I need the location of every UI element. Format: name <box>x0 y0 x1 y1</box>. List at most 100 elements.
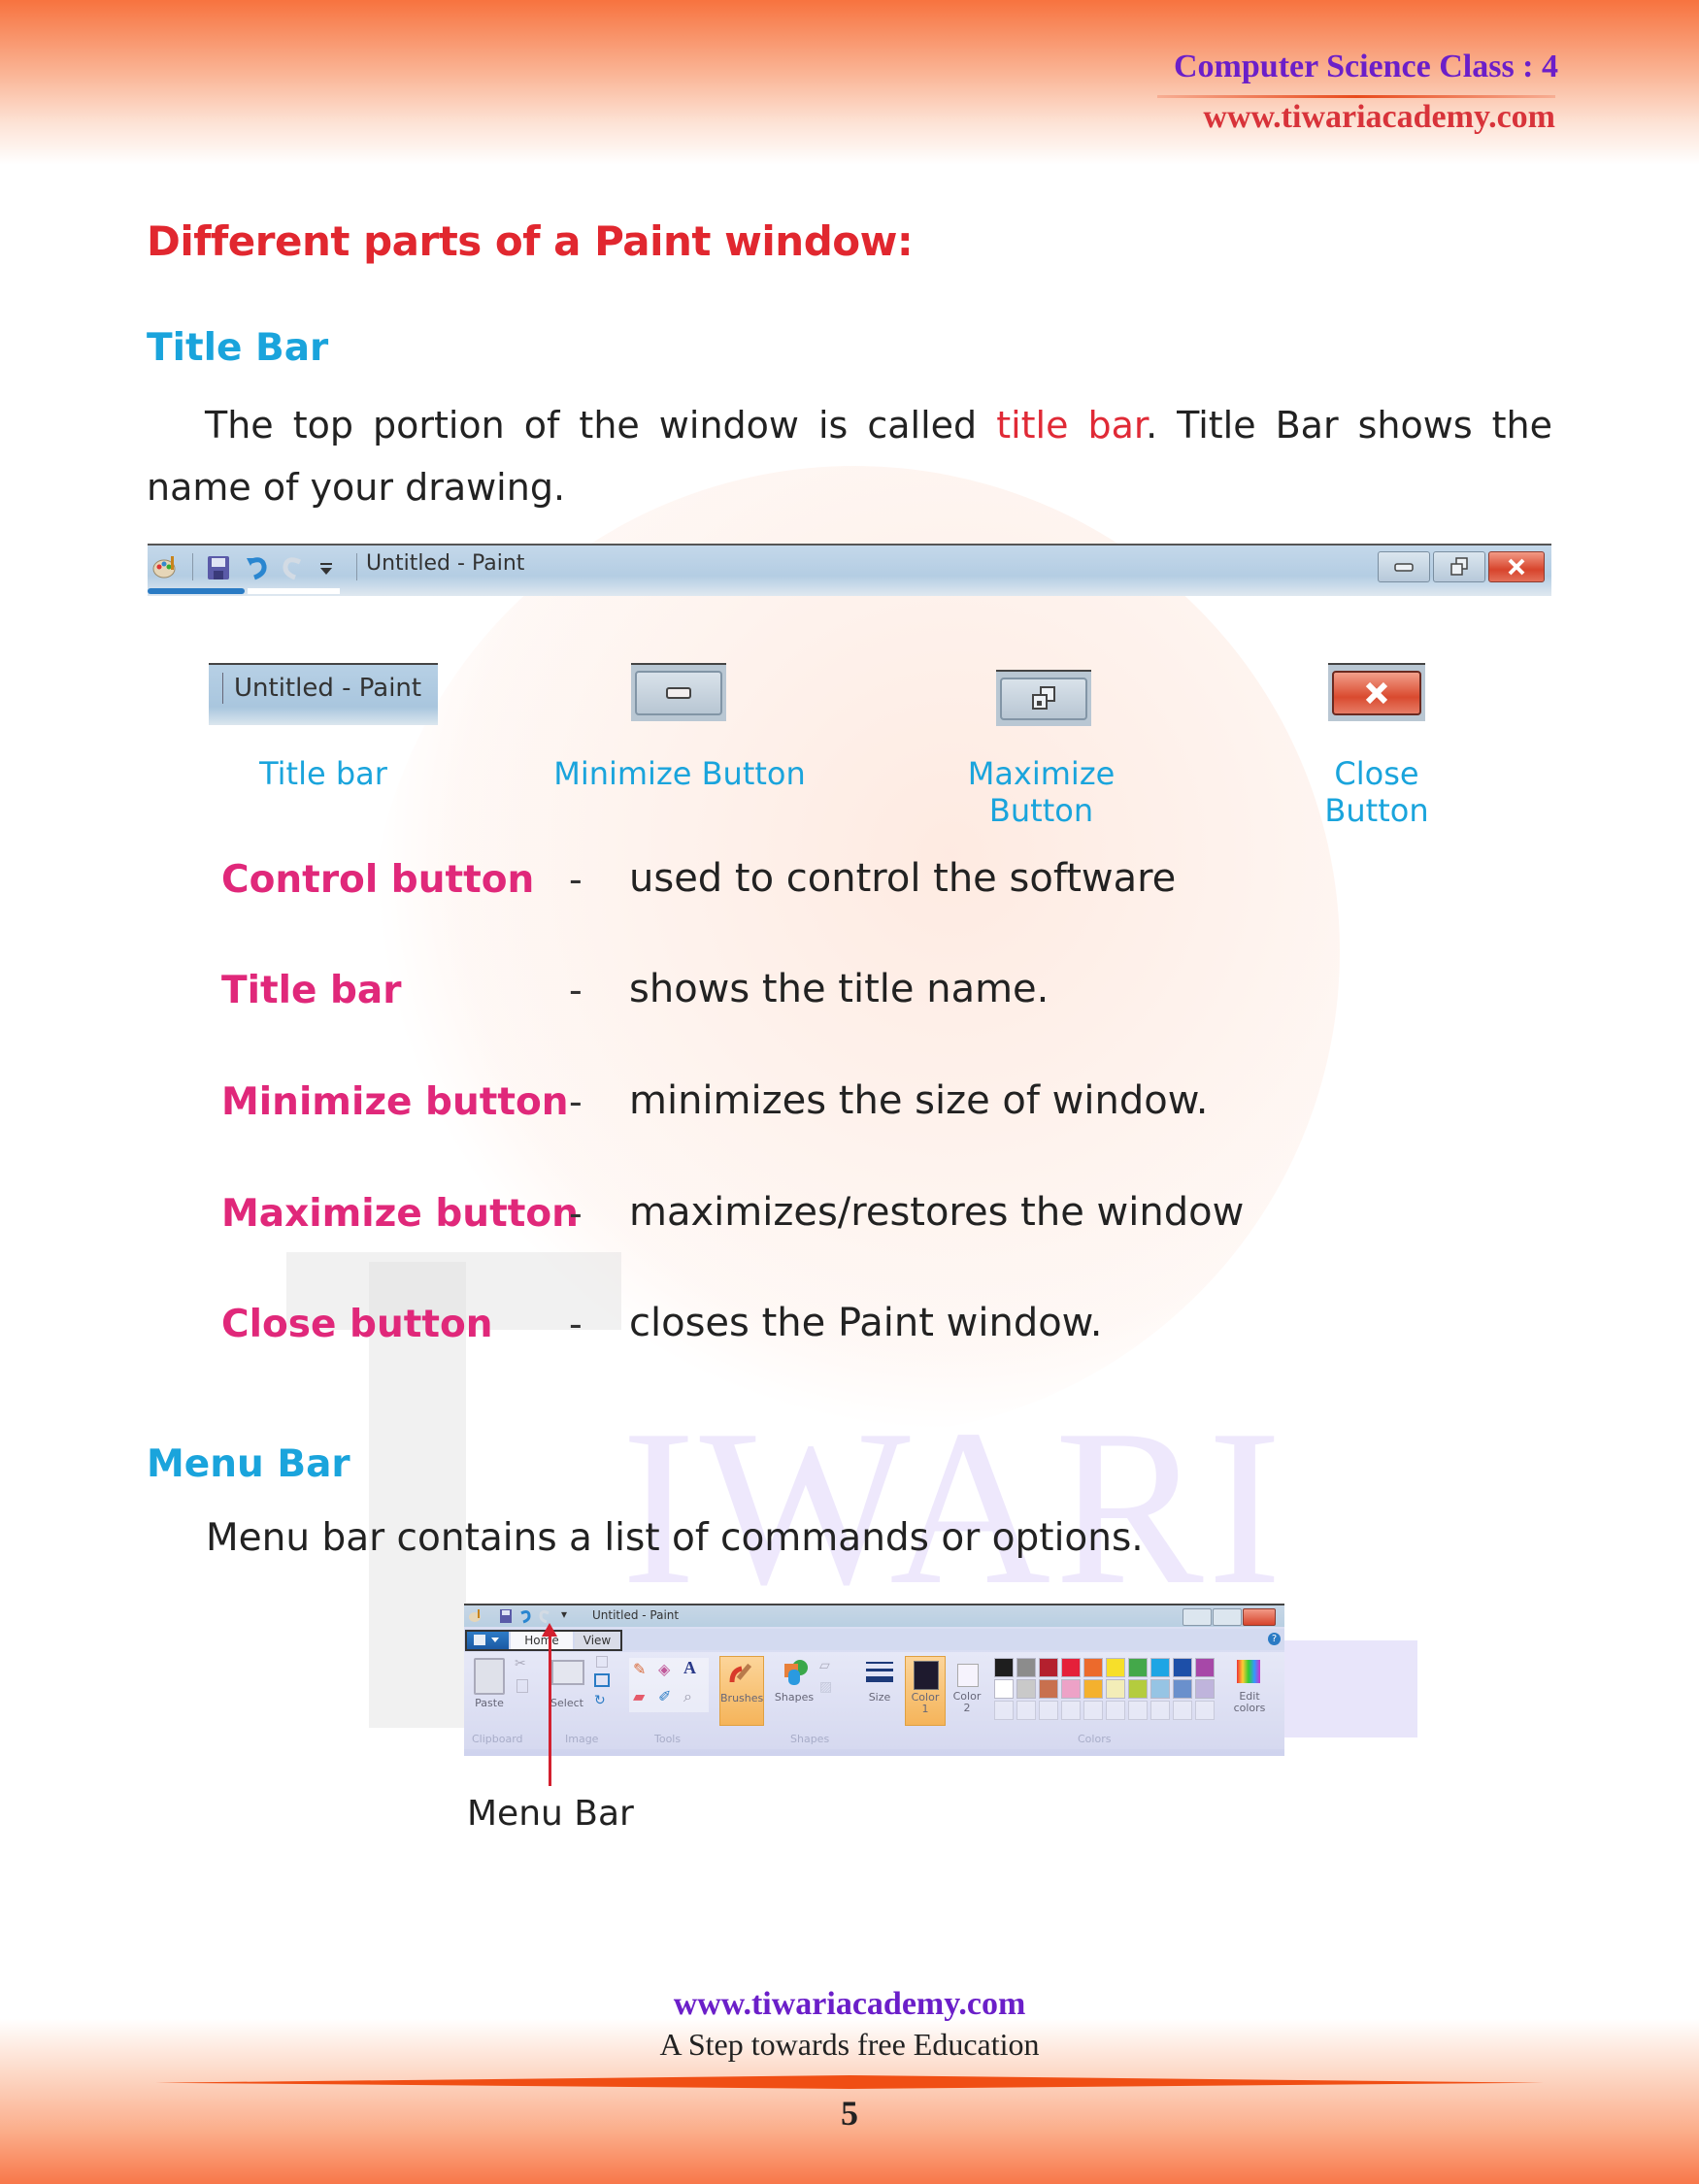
color-swatch[interactable] <box>1128 1679 1148 1699</box>
empty-color-slot[interactable] <box>1083 1701 1103 1720</box>
color-swatch[interactable] <box>1195 1679 1215 1699</box>
definition-description: closes the Paint window. <box>629 1301 1103 1345</box>
pencil-icon[interactable]: ✎ <box>633 1660 646 1678</box>
ribbon-title-bar: ▾ Untitled - Paint <box>464 1605 1284 1627</box>
color-swatch[interactable] <box>1083 1658 1103 1677</box>
header-url[interactable]: www.tiwariacademy.com <box>1203 99 1555 136</box>
resize-icon[interactable] <box>594 1673 610 1687</box>
outline-icon[interactable]: ▱ <box>819 1658 830 1673</box>
crop-icon[interactable] <box>596 1656 608 1668</box>
highlighted-term: title bar <box>996 404 1147 447</box>
edit-colors-button[interactable]: Edit colors <box>1225 1656 1274 1724</box>
color1-label: Color 1 <box>911 1691 940 1715</box>
undo-icon[interactable] <box>518 1608 532 1624</box>
shapes-button[interactable]: Shapes <box>773 1656 816 1724</box>
color-swatch[interactable] <box>994 1658 1014 1677</box>
brushes-button[interactable]: Brushes <box>719 1656 764 1726</box>
section-heading-title-bar: Title Bar <box>147 326 329 370</box>
empty-color-slot[interactable] <box>994 1701 1014 1720</box>
separator <box>222 673 223 704</box>
empty-color-slot[interactable] <box>1128 1701 1148 1720</box>
rotate-icon[interactable]: ↻ <box>594 1693 606 1708</box>
header-class-title: Computer Science Class : 4 <box>1174 49 1558 84</box>
caption-maximize-button: Maximize Button <box>967 755 1116 829</box>
color-swatch[interactable] <box>1128 1658 1148 1677</box>
definition-description: minimizes the size of window. <box>629 1078 1209 1123</box>
empty-color-slot[interactable] <box>1061 1701 1081 1720</box>
caption-minimize-button: Minimize Button <box>553 755 806 792</box>
footer-tagline: A Step towards free Education <box>659 2027 1040 2062</box>
cut-icon[interactable]: ✂ <box>515 1656 526 1671</box>
fill-shape-icon[interactable]: ▨ <box>819 1679 832 1695</box>
definition-dash: - <box>569 969 583 1011</box>
color-swatch[interactable] <box>1106 1658 1125 1677</box>
color-palette <box>992 1656 1225 1726</box>
paragraph-text: The top portion of the window is called <box>205 404 997 447</box>
color-swatch[interactable] <box>1173 1679 1192 1699</box>
color-swatch[interactable] <box>1150 1679 1170 1699</box>
empty-color-slot[interactable] <box>1016 1701 1036 1720</box>
magnifier-icon[interactable]: ⌕ <box>683 1687 692 1706</box>
header-divider <box>1157 95 1555 98</box>
ribbon-tab-row: Home View ? <box>464 1629 1284 1651</box>
color-picker-icon[interactable]: ✐ <box>658 1687 671 1705</box>
color-swatch[interactable] <box>1039 1658 1058 1677</box>
restore-icon <box>1450 557 1468 576</box>
size-icon <box>866 1662 893 1682</box>
text-icon[interactable]: A <box>683 1658 696 1678</box>
save-icon[interactable] <box>206 553 231 582</box>
minimize-button[interactable] <box>1378 551 1430 582</box>
restore-button[interactable] <box>1433 551 1485 582</box>
color2-button[interactable]: Color 2 <box>948 1656 986 1724</box>
brushes-icon <box>729 1663 752 1683</box>
paint-app-icon <box>469 1609 481 1622</box>
restore-button[interactable] <box>1213 1608 1242 1626</box>
menu-bar-caption: Menu Bar <box>467 1794 634 1834</box>
redo-icon[interactable] <box>280 553 305 582</box>
customize-dropdown-icon[interactable]: ▾ <box>561 1607 567 1621</box>
close-button[interactable] <box>1488 551 1545 582</box>
select-button[interactable]: Select <box>546 1697 588 1709</box>
customize-dropdown-icon[interactable] <box>318 553 334 582</box>
fill-icon[interactable]: ◈ <box>658 1660 670 1678</box>
color1-swatch <box>914 1661 939 1690</box>
color-swatch[interactable] <box>1083 1679 1103 1699</box>
color-swatch[interactable] <box>1016 1658 1036 1677</box>
color-swatch[interactable] <box>1173 1658 1192 1677</box>
eraser-icon[interactable]: ▰ <box>633 1687 645 1705</box>
empty-color-slot[interactable] <box>1150 1701 1170 1720</box>
definition-description: shows the title name. <box>629 967 1049 1011</box>
ribbon-window-title: Untitled - Paint <box>592 1608 680 1622</box>
section-heading-menu-bar: Menu Bar <box>147 1442 350 1486</box>
color-swatch[interactable] <box>1195 1658 1215 1677</box>
paste-button[interactable]: Paste <box>470 1697 509 1709</box>
size-button[interactable]: Size <box>862 1656 897 1724</box>
empty-color-slot[interactable] <box>1173 1701 1192 1720</box>
close-button[interactable] <box>1243 1608 1276 1626</box>
empty-color-slot[interactable] <box>1106 1701 1125 1720</box>
empty-color-slot[interactable] <box>1039 1701 1058 1720</box>
color-swatch[interactable] <box>1106 1679 1125 1699</box>
definition-term: Title bar <box>221 969 402 1012</box>
color-swatch[interactable] <box>1061 1658 1081 1677</box>
color2-label: Color 2 <box>952 1690 982 1714</box>
close-icon <box>1365 681 1388 705</box>
definition-term: Minimize button <box>221 1080 569 1124</box>
empty-color-slot[interactable] <box>1195 1701 1215 1720</box>
footer-url[interactable]: www.tiwariacademy.com <box>0 1986 1699 2023</box>
color-swatch[interactable] <box>1061 1679 1081 1699</box>
copy-icon[interactable] <box>516 1679 528 1693</box>
paste-icon <box>474 1658 505 1695</box>
separator <box>192 553 193 580</box>
color-swatch[interactable] <box>1039 1679 1058 1699</box>
minimize-button[interactable] <box>1183 1608 1212 1626</box>
color-swatch[interactable] <box>994 1679 1014 1699</box>
color-swatch[interactable] <box>1016 1679 1036 1699</box>
help-icon[interactable]: ? <box>1268 1633 1281 1645</box>
redo-icon[interactable] <box>538 1608 551 1624</box>
undo-icon[interactable] <box>245 553 270 582</box>
color-swatch[interactable] <box>1150 1658 1170 1677</box>
select-icon <box>551 1660 584 1685</box>
save-icon[interactable] <box>499 1608 513 1624</box>
color1-button[interactable]: Color 1 <box>905 1656 946 1726</box>
